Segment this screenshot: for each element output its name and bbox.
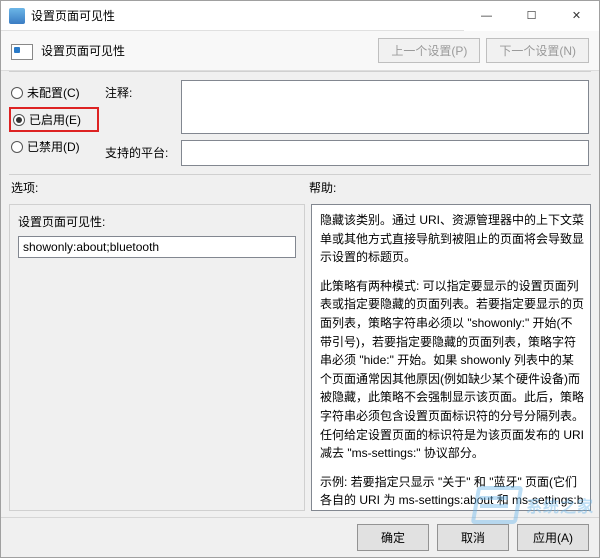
button-bar: 确定 取消 应用(A) [1,517,599,557]
help-text: 隐藏该类别。通过 URI、资源管理器中的上下文菜单或其他方式直接导航到被阻止的页… [320,211,584,267]
prev-setting-button[interactable]: 上一个设置(P) [378,38,480,63]
policy-icon [11,42,33,60]
window-buttons: — ☐ ✕ [464,1,599,31]
radio-disabled[interactable]: 已禁用(D) [11,138,97,155]
gp-dialog: 设置页面可见性 — ☐ ✕ 设置页面可见性 上一个设置(P) 下一个设置(N) … [0,0,600,558]
platform-label: 支持的平台: [105,140,175,161]
cancel-button[interactable]: 取消 [437,524,509,551]
titlebar: 设置页面可见性 — ☐ ✕ [1,1,599,31]
help-text: 此策略有两种模式: 可以指定要显示的设置页面列表或指定要隐藏的页面列表。若要指定… [320,277,584,463]
next-setting-button[interactable]: 下一个设置(N) [486,38,589,63]
comment-platform-fields: 注释: 支持的平台: [105,80,589,166]
platform-textbox [181,140,589,166]
ok-button[interactable]: 确定 [357,524,429,551]
radio-label: 已启用(E) [29,111,81,128]
help-label: 帮助: [309,181,336,195]
radio-icon [13,114,25,126]
state-radios: 未配置(C) 已启用(E) 已禁用(D) [11,80,97,166]
dialog-title: 设置页面可见性 [41,42,378,59]
radio-not-configured[interactable]: 未配置(C) [11,84,97,101]
close-button[interactable]: ✕ [554,1,599,31]
options-panel: 设置页面可见性: [9,204,305,511]
state-and-comment: 未配置(C) 已启用(E) 已禁用(D) 注释: 支持的平台: [1,72,599,174]
comment-label: 注释: [105,80,175,101]
app-icon [9,8,25,24]
window-title: 设置页面可见性 [31,7,464,24]
section-labels: 选项: 帮助: [1,175,599,198]
minimize-button[interactable]: — [464,1,509,31]
apply-button[interactable]: 应用(A) [517,524,589,551]
options-label: 选项: [11,181,38,195]
radio-label: 已禁用(D) [27,138,80,155]
platform-row: 支持的平台: [105,140,589,166]
option-caption: 设置页面可见性: [18,213,296,230]
maximize-button[interactable]: ☐ [509,1,554,31]
radio-icon [11,141,23,153]
radio-enabled[interactable]: 已启用(E) [9,107,99,132]
nav-buttons: 上一个设置(P) 下一个设置(N) [378,38,589,63]
help-panel[interactable]: 隐藏该类别。通过 URI、资源管理器中的上下文菜单或其他方式直接导航到被阻止的页… [311,204,591,511]
visibility-input[interactable] [18,236,296,258]
comment-textbox[interactable] [181,80,589,134]
comment-row: 注释: [105,80,589,134]
help-text: 示例: 若要指定只显示 "关于" 和 "蓝牙" 页面(它们各自的 URI 为 m… [320,473,584,511]
radio-label: 未配置(C) [27,84,80,101]
radio-icon [11,87,23,99]
dialog-header: 设置页面可见性 上一个设置(P) 下一个设置(N) [1,31,599,71]
lower-panes: 设置页面可见性: 隐藏该类别。通过 URI、资源管理器中的上下文菜单或其他方式直… [1,198,599,517]
